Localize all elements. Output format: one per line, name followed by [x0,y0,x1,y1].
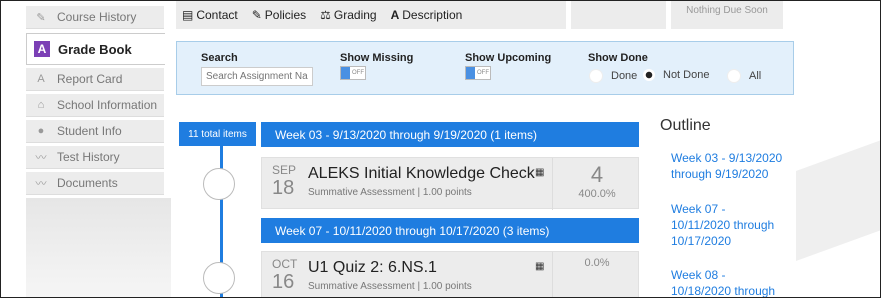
search-input[interactable] [201,67,313,86]
search-label: Search [201,52,238,64]
total-items-badge: 11 total items [179,122,256,146]
assignment-subtitle: Summative Assessment | 1.00 points [308,281,472,292]
sidebar-item-label: Grade Book [58,41,132,57]
score-percent: 0.0% [584,257,610,269]
sidebar-item-student-info[interactable]: ● Student Info [26,120,164,143]
sidebar-item-school-information[interactable]: ⌂ School Information [26,94,164,117]
radio-not-done[interactable]: Not Done [643,69,709,81]
sidebar-item-label: Documents [57,176,118,190]
sidebar-item-grade-book[interactable]: A Grade Book [26,33,165,65]
outline-title: Outline [660,117,711,134]
timeline-node [203,262,235,294]
sidebar-item-label: Report Card [57,72,123,86]
sidebar-item-label: Student Info [57,124,122,138]
scale-icon: ⚖ [320,8,331,22]
assignment-subtitle: Summative Assessment | 1.00 points [308,187,472,198]
show-upcoming-toggle[interactable]: OFF [465,66,491,80]
radio-done[interactable]: Done [589,69,637,83]
documents-icon: 〰 [35,178,47,190]
show-missing-toggle[interactable]: OFF [340,66,366,80]
calculator-icon: ▦ [535,261,545,272]
sidebar-item-course-history[interactable]: ✎ Course History [26,6,164,29]
sidebar-item-documents[interactable]: 〰 Documents [26,172,164,195]
grading-link[interactable]: ⚖ Grading [320,8,376,22]
sidebar-item-label: School Information [57,98,158,112]
assignment-card[interactable]: SEP 18 ALEKS Initial Knowledge Check Sum… [261,157,641,210]
sidebar: ✎ Course History A Grade Book A Report C… [1,1,171,297]
top-panel-blank [571,1,666,29]
student-icon: ● [37,125,45,137]
sidebar-shadow [26,198,171,297]
sidebar-item-label: Course History [57,10,137,24]
toggle-state: OFF [477,70,489,76]
assignment-card[interactable]: OCT 16 U1 Quiz 2: 6.NS.1 Summative Asses… [261,251,641,297]
due-month: OCT [272,257,298,271]
outline-link-week-08[interactable]: Week 08 - 10/18/2020 through [671,267,786,297]
timeline-node [203,168,235,200]
school-icon: ⌂ [37,99,45,111]
background-streak [796,130,880,262]
radio-all[interactable]: All [727,69,761,83]
report-card-icon: A [37,73,45,85]
calculator-icon: ▦ [535,167,545,178]
week-header[interactable]: Week 03 - 9/13/2020 through 9/19/2020 (1… [261,122,639,147]
class-toolbar: ▤ Contact ✎ Policies ⚖ Grading A Descrip… [176,1,566,29]
description-link[interactable]: A Description [391,8,463,22]
grade-book-icon: A [34,41,50,57]
radio-label: All [749,70,762,82]
outline-link-week-03[interactable]: Week 03 - 9/13/2020 through 9/19/2020 [671,150,786,182]
radio-button [727,69,741,83]
nothing-due-text: Nothing Due Soon [686,5,768,16]
sidebar-item-label: Test History [57,150,120,164]
assignment-title[interactable]: U1 Quiz 2: 6.NS.1 [308,259,437,277]
score-panel: 4 400.0% [552,158,641,210]
contact-card-icon: ▤ [182,8,194,22]
toggle-state: OFF [352,70,364,76]
toggle-knob [341,67,350,79]
course-history-icon: ✎ [36,11,46,24]
score-panel: 0.0% [552,252,641,297]
radio-label: Not Done [663,69,710,81]
gradebook-window: ✎ Course History A Grade Book A Report C… [0,0,881,298]
due-month: SEP [272,163,297,177]
due-soon-panel: Nothing Due Soon [671,1,783,29]
show-missing-label: Show Missing [340,52,414,64]
filter-panel: Search Show Missing OFF Show Upcoming OF… [176,41,794,95]
contact-label: Contact [196,8,238,22]
show-done-label: Show Done [588,52,648,64]
gavel-icon: ✎ [251,8,262,22]
due-day: 16 [272,271,295,293]
radio-button [589,69,603,83]
policies-label: Policies [264,8,307,22]
grading-label: Grading [333,8,377,22]
radio-button-selected [643,69,655,81]
due-day: 18 [272,177,295,199]
assignment-title[interactable]: ALEKS Initial Knowledge Check [308,165,535,183]
policies-link[interactable]: ✎ Policies [252,8,306,22]
score-value: 4 [590,162,604,187]
test-history-icon: 〰 [35,152,47,164]
outline-link-week-07[interactable]: Week 07 - 10/11/2020 through 10/17/2020 [671,201,786,249]
sidebar-item-report-card[interactable]: A Report Card [26,68,164,91]
description-label: Description [402,8,463,22]
score-percent: 400.0% [578,188,616,200]
toggle-knob [466,67,475,79]
sidebar-item-test-history[interactable]: 〰 Test History [26,146,164,169]
description-icon: A [390,8,400,22]
week-header[interactable]: Week 07 - 10/11/2020 through 10/17/2020 … [261,218,639,243]
radio-label: Done [611,70,638,82]
contact-link[interactable]: ▤ Contact [182,8,238,22]
show-upcoming-label: Show Upcoming [465,52,552,64]
